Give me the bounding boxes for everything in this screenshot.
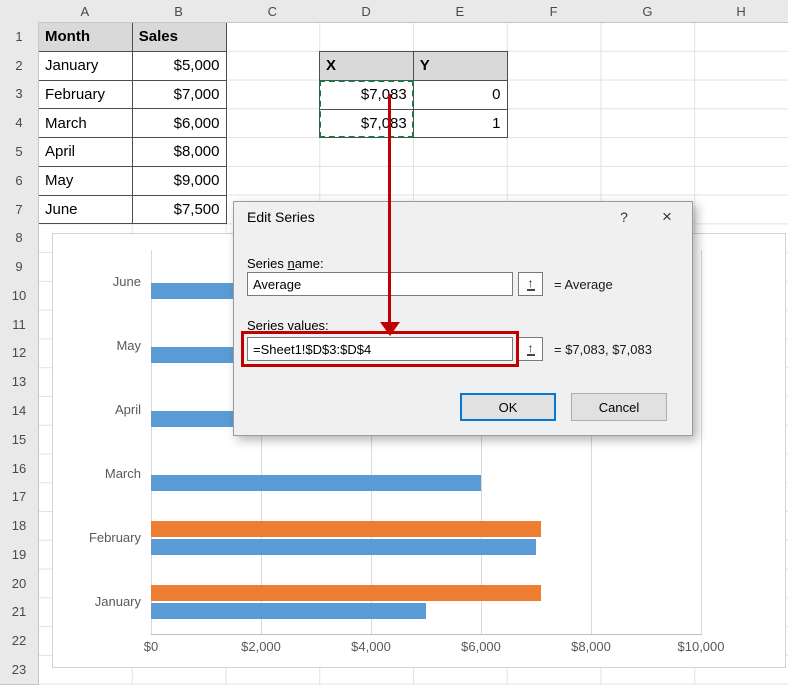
column-header-G[interactable]: G xyxy=(601,0,696,23)
chart-bar-sales-march[interactable] xyxy=(151,475,481,491)
cell-A1[interactable]: Month xyxy=(39,23,133,52)
collapse-dialog-icon: ↑ xyxy=(527,342,535,356)
cell-A2[interactable]: January xyxy=(39,52,133,81)
collapse-dialog-button-name[interactable]: ↑ xyxy=(518,272,543,296)
chart-category-axis-line xyxy=(151,634,702,635)
series-name-label: Series name: xyxy=(247,256,324,271)
edit-series-dialog: Edit Series ? × Series name: ↑ = Average… xyxy=(233,201,693,436)
chart-category-label-may: May xyxy=(61,338,141,353)
cell-B4[interactable]: $6,000 xyxy=(133,109,227,138)
chart-category-label-february: February xyxy=(61,530,141,545)
chart-category-label-march: March xyxy=(61,466,141,481)
column-header-H[interactable]: H xyxy=(694,0,788,23)
cell-A5[interactable]: April xyxy=(39,138,133,167)
cell-E4[interactable]: 1 xyxy=(414,110,508,139)
cell-E2[interactable]: Y xyxy=(414,52,508,81)
row-header-3[interactable]: 3 xyxy=(0,80,39,110)
cell-D3[interactable]: $7,083 xyxy=(320,81,414,110)
row-header-15[interactable]: 15 xyxy=(0,425,39,455)
select-all-corner[interactable] xyxy=(0,0,39,23)
cell-B7[interactable]: $7,500 xyxy=(133,196,227,225)
chart-xaxis-label-4: $8,000 xyxy=(571,639,611,654)
cell-A6[interactable]: May xyxy=(39,167,133,196)
excel-window: MonthSalesJanuary$5,000February$7,000Mar… xyxy=(0,0,788,685)
row-header-11[interactable]: 11 xyxy=(0,310,39,340)
column-header-A[interactable]: A xyxy=(38,0,133,23)
series-values-label-text2: alues: xyxy=(294,318,329,333)
chart-xaxis-label-5: $10,000 xyxy=(678,639,725,654)
column-header-B[interactable]: B xyxy=(132,0,227,23)
ok-button[interactable]: OK xyxy=(460,393,556,421)
chart-category-label-june: June xyxy=(61,274,141,289)
cell-A4[interactable]: March xyxy=(39,109,133,138)
chart-bar-average-january[interactable] xyxy=(151,585,541,601)
cell-B5[interactable]: $8,000 xyxy=(133,138,227,167)
chart-gridline-10000 xyxy=(701,250,702,634)
series-name-input[interactable] xyxy=(247,272,513,296)
series-values-label: Series values: xyxy=(247,318,329,333)
row-header-5[interactable]: 5 xyxy=(0,137,39,167)
row-header-17[interactable]: 17 xyxy=(0,482,39,512)
row-header-2[interactable]: 2 xyxy=(0,51,39,81)
series-values-input[interactable] xyxy=(247,337,513,361)
sales-table: MonthSalesJanuary$5,000February$7,000Mar… xyxy=(38,22,227,224)
cancel-button[interactable]: Cancel xyxy=(571,393,667,421)
xy-table: XY$7,0830$7,0831 xyxy=(319,51,508,138)
row-header-21[interactable]: 21 xyxy=(0,598,39,628)
row-header-12[interactable]: 12 xyxy=(0,339,39,369)
series-name-mnemonic: n xyxy=(287,256,294,271)
chart-xaxis-label-2: $4,000 xyxy=(351,639,391,654)
cell-A7[interactable]: June xyxy=(39,196,133,225)
chart-category-label-april: April xyxy=(61,402,141,417)
chart-bar-sales-february[interactable] xyxy=(151,539,536,555)
column-header-D[interactable]: D xyxy=(319,0,414,23)
collapse-dialog-icon: ↑ xyxy=(527,277,535,291)
chart-bar-average-february[interactable] xyxy=(151,521,541,537)
cell-D4[interactable]: $7,083 xyxy=(320,110,414,139)
cell-E3[interactable]: 0 xyxy=(414,81,508,110)
row-header-4[interactable]: 4 xyxy=(0,108,39,138)
series-name-label-text2: ame: xyxy=(295,256,324,271)
series-values-preview: = $7,083, $7,083 xyxy=(554,342,652,357)
cell-B1[interactable]: Sales xyxy=(133,23,227,52)
row-header-18[interactable]: 18 xyxy=(0,511,39,541)
chart-xaxis-label-1: $2,000 xyxy=(241,639,281,654)
row-header-22[interactable]: 22 xyxy=(0,626,39,656)
chart-category-label-january: January xyxy=(61,594,141,609)
cell-B3[interactable]: $7,000 xyxy=(133,81,227,110)
series-name-label-text: Series xyxy=(247,256,287,271)
chart-xaxis-label-3: $6,000 xyxy=(461,639,501,654)
row-header-7[interactable]: 7 xyxy=(0,195,39,225)
row-header-1[interactable]: 1 xyxy=(0,22,39,52)
column-header-F[interactable]: F xyxy=(507,0,602,23)
row-header-20[interactable]: 20 xyxy=(0,569,39,599)
series-name-preview: = Average xyxy=(554,277,613,292)
annotation-arrow-head xyxy=(380,322,400,336)
chart-gridline-0 xyxy=(151,250,152,634)
series-values-label-text: Series xyxy=(247,318,287,333)
collapse-dialog-button-values[interactable]: ↑ xyxy=(518,337,543,361)
chart-xaxis-label-0: $0 xyxy=(144,639,158,654)
annotation-arrow-line xyxy=(388,94,391,322)
row-header-10[interactable]: 10 xyxy=(0,281,39,311)
row-header-23[interactable]: 23 xyxy=(0,655,39,685)
chart-bar-sales-january[interactable] xyxy=(151,603,426,619)
row-header-6[interactable]: 6 xyxy=(0,166,39,196)
row-header-14[interactable]: 14 xyxy=(0,396,39,426)
cell-B6[interactable]: $9,000 xyxy=(133,167,227,196)
row-header-16[interactable]: 16 xyxy=(0,454,39,484)
column-header-E[interactable]: E xyxy=(413,0,508,23)
help-button[interactable]: ? xyxy=(604,202,644,232)
cell-D2[interactable]: X xyxy=(320,52,414,81)
cell-A3[interactable]: February xyxy=(39,81,133,110)
row-header-9[interactable]: 9 xyxy=(0,252,39,282)
row-header-19[interactable]: 19 xyxy=(0,540,39,570)
cell-B2[interactable]: $5,000 xyxy=(133,52,227,81)
close-button[interactable]: × xyxy=(646,202,688,232)
row-header-8[interactable]: 8 xyxy=(0,223,39,253)
row-header-13[interactable]: 13 xyxy=(0,367,39,397)
column-header-C[interactable]: C xyxy=(226,0,321,23)
dialog-title: Edit Series xyxy=(247,209,315,225)
